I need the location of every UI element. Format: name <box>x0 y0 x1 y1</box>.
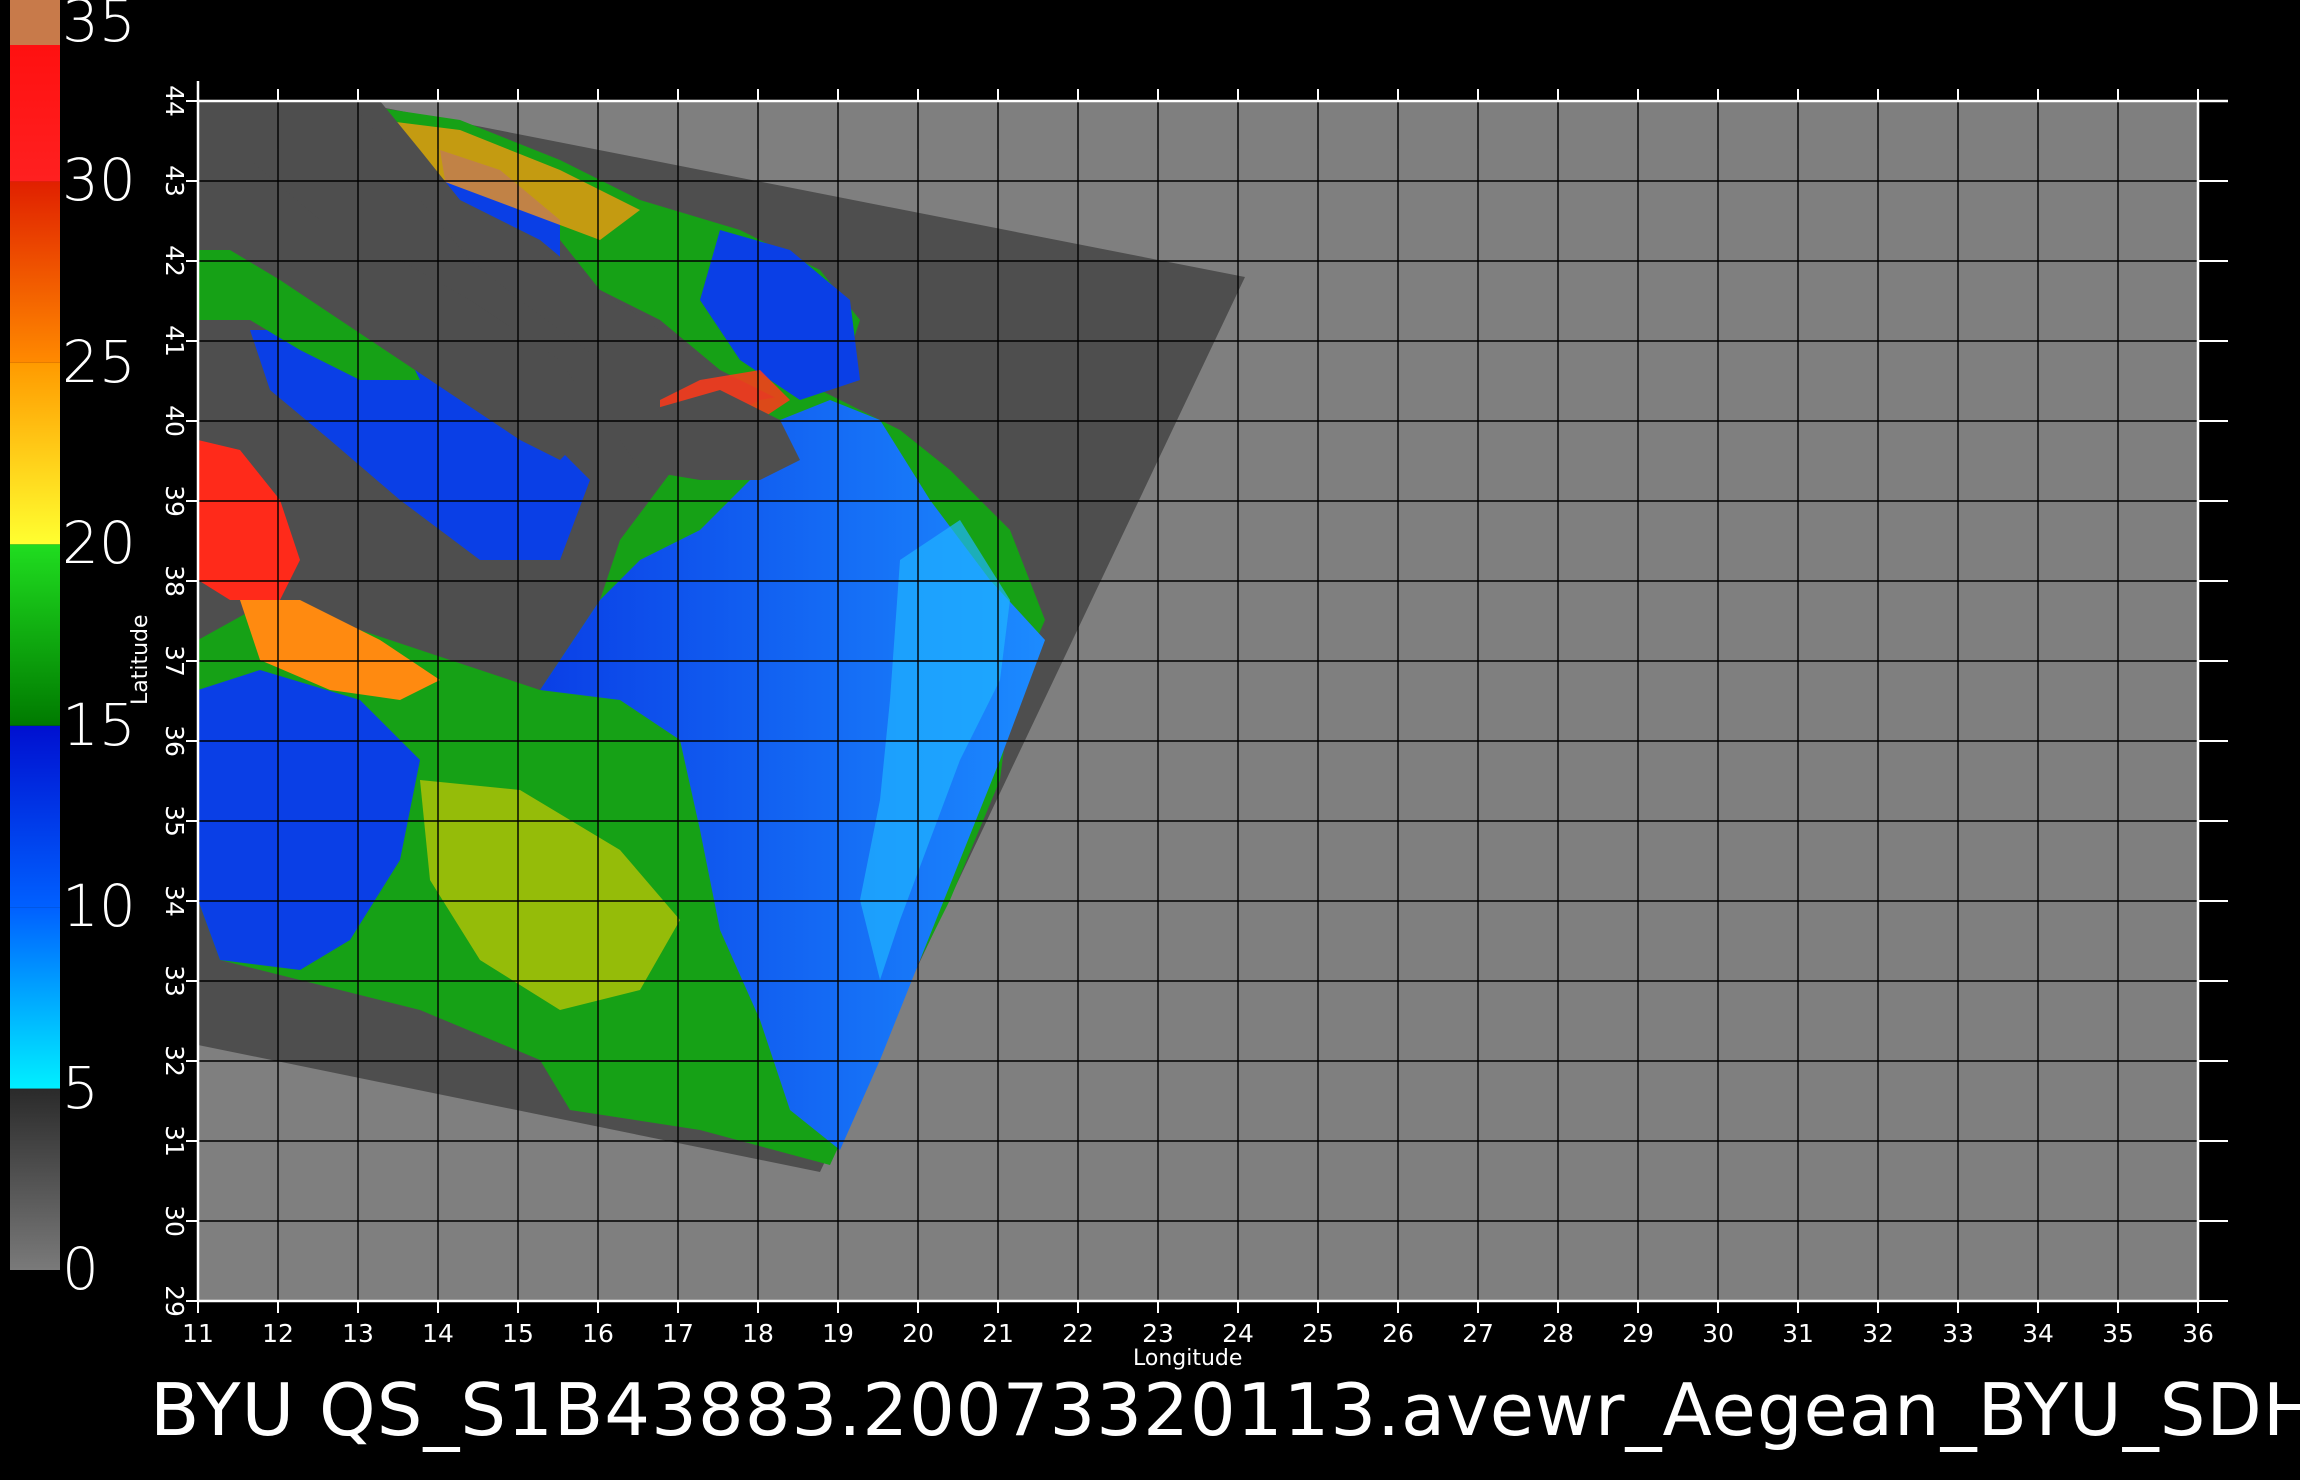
y-tick-label: 41 <box>160 325 189 357</box>
x-tick-label: 14 <box>422 1319 454 1348</box>
x-tick-label: 22 <box>1062 1319 1094 1348</box>
y-tick-label: 35 <box>160 805 189 837</box>
image-caption: BYU QS_S1B43883.20073320113.avewr_Aegean… <box>150 1368 2300 1452</box>
x-tick-label: 31 <box>1782 1319 1814 1348</box>
y-axis-title: Latitude <box>128 614 153 705</box>
x-tick-label: 25 <box>1302 1319 1334 1348</box>
x-tick-label: 15 <box>502 1319 534 1348</box>
y-tick-label: 30 <box>160 1205 189 1237</box>
y-tick-label: 31 <box>160 1125 189 1157</box>
x-tick-label: 27 <box>1462 1319 1494 1348</box>
y-tick-label: 29 <box>160 1285 189 1317</box>
x-tick-label: 36 <box>2182 1319 2214 1348</box>
wind-map: 11 12 13 14 15 16 17 18 19 20 21 22 23 24 25 26 27 28 29 30… <box>160 81 2228 1348</box>
x-tick-label: 34 <box>2022 1319 2054 1348</box>
x-tick-label: 13 <box>342 1319 374 1348</box>
x-tick-label: 12 <box>262 1319 294 1348</box>
x-tick-label: 26 <box>1382 1319 1414 1348</box>
x-tick-label: 20 <box>902 1319 934 1348</box>
y-tick-label: 37 <box>160 645 189 677</box>
y-tick-label: 44 <box>160 85 189 117</box>
x-tick-label: 29 <box>1622 1319 1654 1348</box>
x-tick-label: 18 <box>742 1319 774 1348</box>
y-tick-label: 38 <box>160 565 189 597</box>
x-tick-label: 28 <box>1542 1319 1574 1348</box>
y-tick-label: 34 <box>160 885 189 917</box>
x-tick-label: 17 <box>662 1319 694 1348</box>
y-tick-label: 36 <box>160 725 189 757</box>
y-tick-label: 32 <box>160 1045 189 1077</box>
y-tick-label: 42 <box>160 245 189 277</box>
x-tick-label: 33 <box>1942 1319 1974 1348</box>
x-tick-label: 16 <box>582 1319 614 1348</box>
y-tick-label: 39 <box>160 485 189 517</box>
x-tick-label: 30 <box>1702 1319 1734 1348</box>
x-tick-label: 35 <box>2102 1319 2134 1348</box>
x-tick-label: 21 <box>982 1319 1014 1348</box>
x-tick-label: 19 <box>822 1319 854 1348</box>
x-tick-label: 24 <box>1222 1319 1254 1348</box>
x-tick-label: 32 <box>1862 1319 1894 1348</box>
y-tick-label: 33 <box>160 965 189 997</box>
x-tick-label: 11 <box>182 1319 214 1348</box>
y-tick-label: 40 <box>160 405 189 437</box>
y-tick-label: 43 <box>160 165 189 197</box>
x-tick-label: 23 <box>1142 1319 1174 1348</box>
